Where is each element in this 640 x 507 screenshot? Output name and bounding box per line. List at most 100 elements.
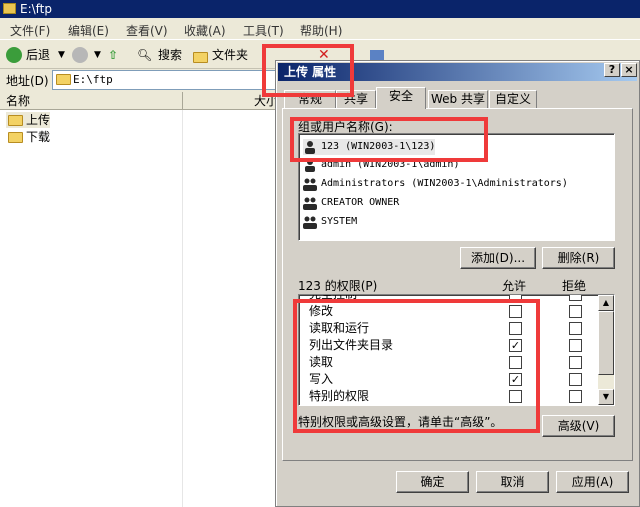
close-button[interactable]: × xyxy=(621,63,637,77)
deny-column-label: 拒绝 xyxy=(562,279,587,293)
list-item[interactable]: CREATOR OWNER xyxy=(303,195,399,211)
permission-name: 写入 xyxy=(309,372,334,386)
permissions-list: 完全控制修改读取和运行列出文件夹目录 ✓ 读取写入 ✓ 特别的权限 ▲ ▼ xyxy=(298,294,615,406)
remove-user-button[interactable]: 删除(R) xyxy=(542,247,615,269)
deny-checkbox[interactable] xyxy=(569,373,582,386)
folders-icon xyxy=(193,52,208,63)
permission-name: 特别的权限 xyxy=(309,389,370,403)
group-icon xyxy=(303,196,317,210)
back-dropdown-icon[interactable]: ▼ xyxy=(58,46,65,64)
advanced-hint: 特别权限或高级设置，请单击“高级”。 xyxy=(298,415,503,429)
back-button[interactable]: 后退 xyxy=(26,46,50,64)
user-name: Administrators (WIN2003-1\Administrators… xyxy=(321,178,568,189)
address-label: 地址(D) xyxy=(6,74,49,88)
user-name: admin (WIN2003-1\admin) xyxy=(321,159,460,170)
menu-tools[interactable]: 工具(T) xyxy=(243,22,284,39)
menu-edit[interactable]: 编辑(E) xyxy=(68,22,109,39)
permissions-label: 123 的权限(P) xyxy=(298,279,378,293)
allow-checkbox[interactable] xyxy=(509,322,522,335)
tab-sharing[interactable]: 共享 xyxy=(336,90,376,108)
allow-checkbox[interactable]: ✓ xyxy=(509,339,522,352)
permission-row: 读取和运行 xyxy=(299,320,599,337)
window-title: E:\ftp xyxy=(20,2,53,16)
allow-checkbox[interactable] xyxy=(509,356,522,369)
permission-name: 读取 xyxy=(309,355,334,369)
allow-checkbox[interactable] xyxy=(509,390,522,403)
tab-web-sharing[interactable]: Web 共享 xyxy=(428,90,488,108)
permission-name: 列出文件夹目录 xyxy=(309,338,394,352)
forward-arrow-icon[interactable] xyxy=(72,47,88,63)
folder-icon xyxy=(8,132,23,143)
column-divider xyxy=(182,110,183,507)
list-item-label: 上传 xyxy=(26,113,51,127)
list-item[interactable]: admin (WIN2003-1\admin) xyxy=(303,157,459,173)
menu-favorites[interactable]: 收藏(A) xyxy=(184,22,226,39)
permission-row: 特别的权限 xyxy=(299,388,599,405)
column-header-size[interactable]: 大小 xyxy=(183,92,283,110)
deny-checkbox[interactable] xyxy=(569,295,582,301)
menu-bar: 文件(F) 编辑(E) 查看(V) 收藏(A) 工具(T) 帮助(H) xyxy=(0,18,640,40)
allow-column-label: 允许 xyxy=(502,279,527,293)
users-list[interactable]: 123 (WIN2003-1\123) admin (WIN2003-1\adm… xyxy=(298,133,615,241)
list-item[interactable]: 下载 xyxy=(6,129,50,145)
list-item[interactable]: Administrators (WIN2003-1\Administrators… xyxy=(303,176,568,192)
user-icon xyxy=(303,158,317,172)
scroll-thumb[interactable] xyxy=(598,311,614,375)
tab-general[interactable]: 常规 xyxy=(284,90,336,108)
permission-row: 写入 ✓ xyxy=(299,371,599,388)
allow-checkbox[interactable]: ✓ xyxy=(509,373,522,386)
menu-view[interactable]: 查看(V) xyxy=(126,22,168,39)
folder-icon xyxy=(56,74,71,85)
group-icon xyxy=(303,177,317,191)
search-button[interactable]: 搜索 xyxy=(158,46,182,64)
permission-row: 修改 xyxy=(299,303,599,320)
deny-checkbox[interactable] xyxy=(569,390,582,403)
permission-name: 完全控制 xyxy=(309,294,358,301)
add-user-button[interactable]: 添加(D)... xyxy=(460,247,536,269)
deny-checkbox[interactable] xyxy=(569,356,582,369)
scroll-down-icon[interactable]: ▼ xyxy=(598,389,614,405)
tab-security[interactable]: 安全 xyxy=(376,87,426,109)
help-button[interactable]: ? xyxy=(604,63,620,77)
deny-checkbox[interactable] xyxy=(569,322,582,335)
advanced-button[interactable]: 高级(V) xyxy=(542,415,615,437)
address-input[interactable]: E:\ftp xyxy=(52,70,282,90)
window-title-bar: E:\ftp xyxy=(0,0,640,18)
user-name: CREATOR OWNER xyxy=(321,197,400,208)
deny-checkbox[interactable] xyxy=(569,339,582,352)
list-item[interactable]: 上传 xyxy=(6,112,51,128)
permission-row: 完全控制 xyxy=(299,294,599,303)
permission-name: 读取和运行 xyxy=(309,321,370,335)
apply-button[interactable]: 应用(A) xyxy=(556,471,629,493)
dialog-title: 上传 属性 xyxy=(284,65,337,79)
menu-file[interactable]: 文件(F) xyxy=(10,22,50,39)
folders-button[interactable]: 文件夹 xyxy=(212,46,248,64)
address-value: E:\ftp xyxy=(73,73,113,86)
list-item[interactable]: 123 (WIN2003-1\123) xyxy=(303,139,436,155)
column-header-name[interactable]: 名称 xyxy=(0,92,183,110)
menu-help[interactable]: 帮助(H) xyxy=(300,22,342,39)
permission-name: 修改 xyxy=(309,304,334,318)
user-name: 123 (WIN2003-1\123) xyxy=(321,141,436,152)
cancel-button[interactable]: 取消 xyxy=(476,471,549,493)
permission-row: 读取 xyxy=(299,354,599,371)
folder-icon xyxy=(8,115,23,126)
permission-row: 列出文件夹目录 ✓ xyxy=(299,337,599,354)
up-folder-icon[interactable]: ⇧ xyxy=(108,46,118,64)
views-icon[interactable] xyxy=(370,50,384,60)
dialog-title-bar: 上传 属性 xyxy=(278,63,637,81)
ok-button[interactable]: 确定 xyxy=(396,471,469,493)
user-name: SYSTEM xyxy=(321,216,358,227)
tab-custom[interactable]: 自定义 xyxy=(489,90,537,108)
allow-checkbox[interactable] xyxy=(509,295,522,301)
scroll-up-icon[interactable]: ▲ xyxy=(598,295,614,311)
allow-checkbox[interactable] xyxy=(509,305,522,318)
deny-checkbox[interactable] xyxy=(569,305,582,318)
forward-dropdown-icon[interactable]: ▼ xyxy=(94,46,101,64)
back-arrow-icon[interactable] xyxy=(6,47,22,63)
search-icon[interactable]: 🔍︎ xyxy=(137,46,152,64)
group-icon xyxy=(303,215,317,229)
list-item[interactable]: SYSTEM xyxy=(303,214,357,230)
user-icon xyxy=(303,140,317,154)
permissions-scrollbar[interactable]: ▲ ▼ xyxy=(598,295,614,405)
